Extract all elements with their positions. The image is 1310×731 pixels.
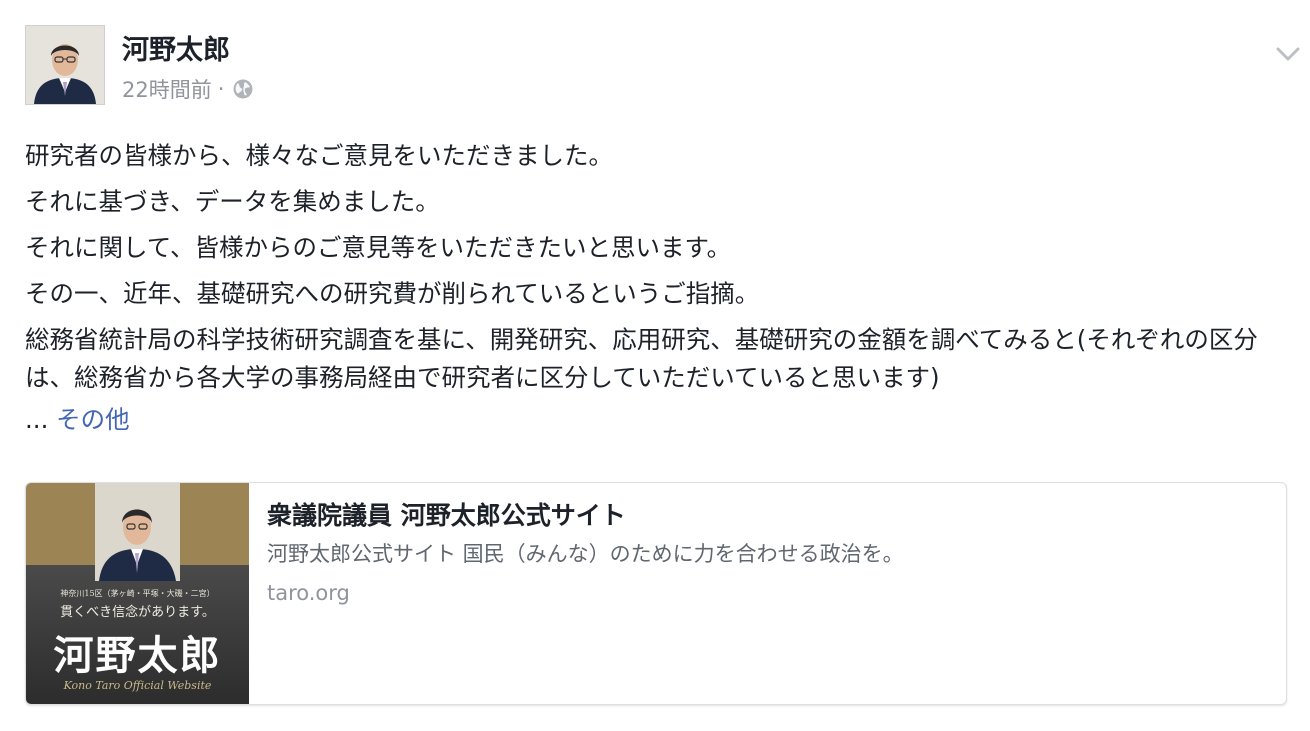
post-paragraph: 総務省統計局の科学技術研究調査を基に、開発研究、応用研究、基礎研究の金額を調べて… [25, 325, 1258, 392]
link-title[interactable]: 衆議院議員 河野太郎公式サイト [267, 497, 1267, 535]
post-paragraph: それに基づき、データを集めました。 [25, 187, 440, 216]
post-paragraph: その一、近年、基礎研究への研究費が削られているというご指摘。 [25, 279, 760, 308]
link-domain: taro.org [267, 581, 350, 605]
globe-icon[interactable] [232, 78, 254, 100]
avatar-photo [26, 26, 104, 104]
ellipsis: ... [25, 405, 49, 434]
post-meta: 22時間前 · [122, 74, 254, 104]
portrait-photo [95, 483, 180, 581]
image-caption: Kono Taro Official Website [63, 679, 212, 692]
avatar[interactable] [25, 25, 105, 105]
image-slogan: 貫くべき信念があります。 [60, 605, 215, 620]
link-description: 河野太郎公式サイト 国民（みんな）のために力を合わせる政治を。 [267, 542, 904, 566]
chevron-down-icon[interactable] [1274, 40, 1302, 68]
post-body: 研究者の皆様から、様々なご意見をいただきました。 それに基づき、データを集めまし… [25, 137, 1280, 447]
post-paragraph: 研究者の皆様から、様々なご意見をいただきました。 [25, 141, 613, 170]
image-district-text: 神奈川15区（茅ヶ崎・平塚・大磯・二宮） [60, 589, 215, 598]
image-name: 河野太郎 [53, 632, 222, 679]
author-name[interactable]: 河野太郎 [122, 33, 230, 69]
link-preview-text: 衆議院議員 河野太郎公式サイト 河野太郎公式サイト 国民（みんな）のために力を合… [267, 497, 1267, 609]
link-preview-card[interactable]: 神奈川15区（茅ヶ崎・平塚・大磯・二宮） 貫くべき信念があります。 河野太郎 K… [25, 482, 1287, 705]
meta-separator: · [217, 77, 225, 101]
link-preview-image[interactable]: 神奈川15区（茅ヶ崎・平塚・大磯・二宮） 貫くべき信念があります。 河野太郎 K… [26, 483, 249, 704]
post-timestamp[interactable]: 22時間前 [122, 74, 212, 104]
post-paragraph: それに関して、皆様からのご意見等をいただきたいと思います。 [25, 233, 732, 262]
feed-post: 河野太郎 22時間前 · 研究者の皆様から、様々なご意見をいただきました。 それ… [0, 0, 1310, 731]
see-more-link[interactable]: その他 [56, 405, 130, 434]
see-more-row: ... その他 [25, 401, 1280, 439]
